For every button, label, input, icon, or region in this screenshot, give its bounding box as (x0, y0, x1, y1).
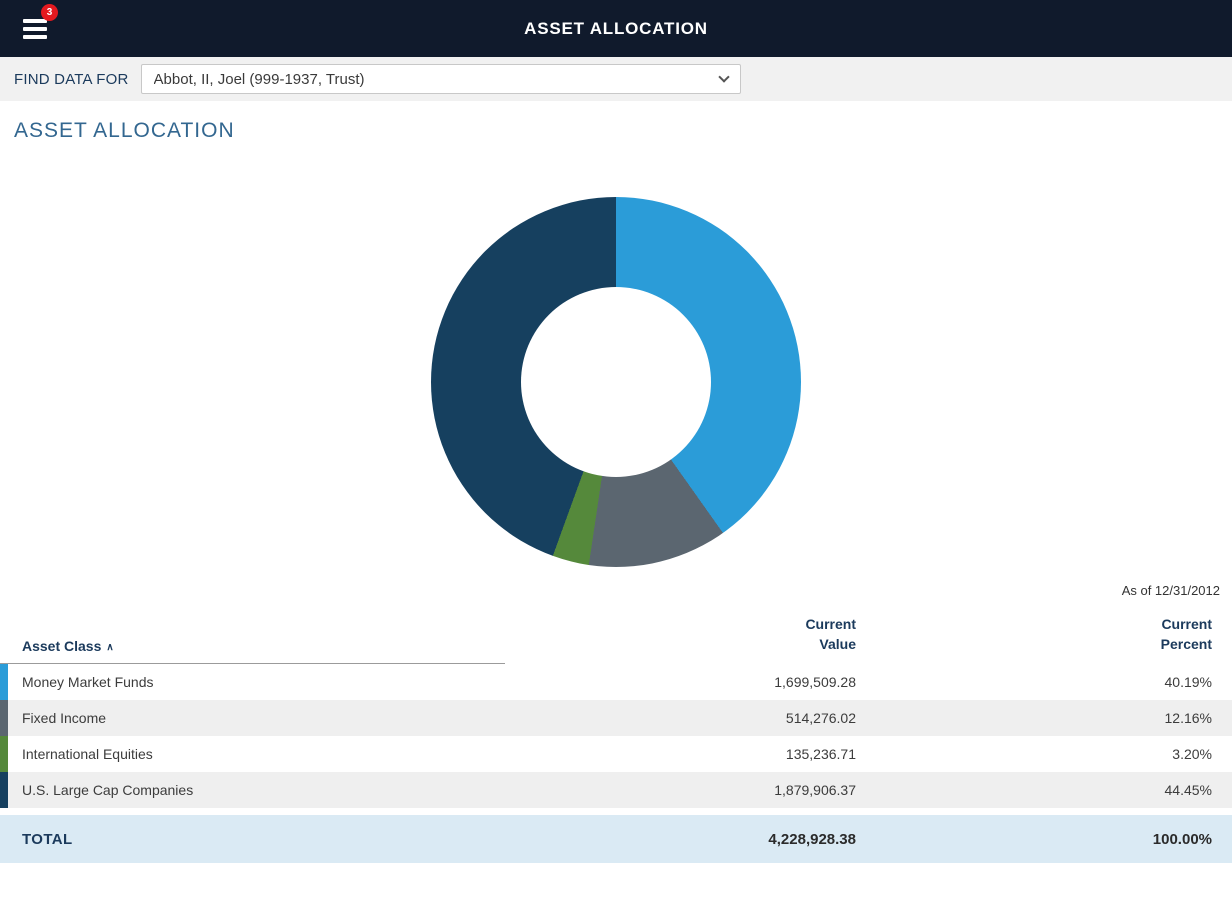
chart-area (0, 197, 1232, 567)
asset-color-bar (0, 664, 8, 700)
table-row[interactable]: Money Market Funds 1,699,509.28 40.19% (0, 664, 1232, 701)
table-header-row: Asset Class ∧ Current Value Current Perce… (0, 602, 1232, 664)
sort-ascending-icon: ∧ (106, 642, 113, 653)
asset-class-cell: Fixed Income (8, 700, 505, 736)
asset-class-cell: International Equities (8, 736, 505, 772)
total-row: TOTAL 4,228,928.38 100.00% (0, 815, 1232, 863)
current-percent-cell: 44.45% (856, 772, 1232, 808)
total-label: TOTAL (0, 831, 505, 848)
current-percent-cell: 3.20% (856, 736, 1232, 772)
app-header: 3 ASSET ALLOCATION (0, 0, 1232, 57)
current-value-cell: 1,879,906.37 (505, 772, 856, 808)
current-value-cell: 135,236.71 (505, 736, 856, 772)
asset-color-bar (0, 700, 8, 736)
section-title: ASSET ALLOCATION (14, 119, 1232, 143)
asset-allocation-table: Asset Class ∧ Current Value Current Perce… (0, 602, 1232, 808)
find-data-label: FIND DATA FOR (14, 71, 129, 88)
total-percent: 100.00% (856, 831, 1232, 848)
main-content: ASSET ALLOCATION As of 12/31/2012 Asset … (0, 119, 1232, 863)
asset-color-bar (0, 736, 8, 772)
current-value-cell: 1,699,509.28 (505, 664, 856, 701)
asset-allocation-donut-chart[interactable] (431, 197, 801, 567)
asset-class-cell: Money Market Funds (8, 664, 505, 701)
current-percent-cell: 12.16% (856, 700, 1232, 736)
menu-button[interactable]: 3 (12, 8, 58, 50)
table-row[interactable]: U.S. Large Cap Companies 1,879,906.37 44… (0, 772, 1232, 808)
asset-class-cell: U.S. Large Cap Companies (8, 772, 505, 808)
as-of-date: As of 12/31/2012 (0, 583, 1232, 598)
notification-badge: 3 (41, 4, 58, 21)
total-value: 4,228,928.38 (505, 831, 856, 848)
chevron-down-icon (718, 71, 729, 82)
asset-class-header-label: Asset Class (22, 638, 101, 654)
table-row[interactable]: Fixed Income 514,276.02 12.16% (0, 700, 1232, 736)
asset-color-bar (0, 772, 8, 808)
asset-table-body: Money Market Funds 1,699,509.28 40.19% F… (0, 664, 1232, 809)
current-percent-cell: 40.19% (856, 664, 1232, 701)
table-row[interactable]: International Equities 135,236.71 3.20% (0, 736, 1232, 772)
donut-hole (521, 287, 711, 477)
current-value-cell: 514,276.02 (505, 700, 856, 736)
asset-class-sort-header[interactable]: Asset Class ∧ (0, 602, 505, 664)
find-data-bar: FIND DATA FOR Abbot, II, Joel (999-1937,… (0, 57, 1232, 101)
app-title: ASSET ALLOCATION (524, 19, 708, 39)
current-percent-header[interactable]: Current Percent (856, 602, 1232, 664)
account-select-value: Abbot, II, Joel (999-1937, Trust) (154, 71, 365, 88)
account-select[interactable]: Abbot, II, Joel (999-1937, Trust) (141, 64, 741, 94)
current-value-header[interactable]: Current Value (505, 602, 856, 664)
